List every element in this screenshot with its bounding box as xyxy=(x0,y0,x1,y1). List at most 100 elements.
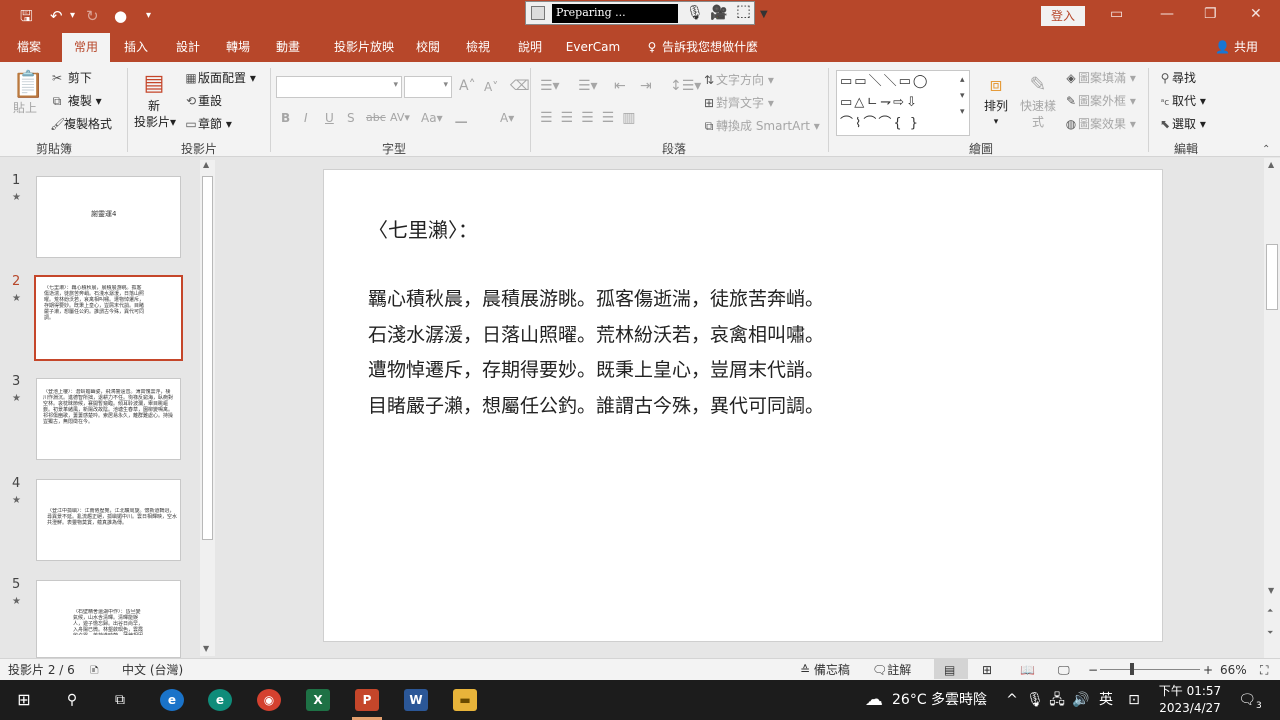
italic-button[interactable]: I xyxy=(304,110,308,126)
tell-me-search[interactable]: 告訴我您想做什麼 xyxy=(662,33,762,62)
slide-thumbnail-4[interactable]: 〈登江中孤嶼〉：江南倦歷覽，江北曠周旋。懷新道轉迥，尋異景不延。亂流趨正絕，孤嶼… xyxy=(36,479,181,561)
capture-region-icon[interactable]: ⬚ xyxy=(736,2,751,20)
shrink-font-button[interactable]: A˅ xyxy=(484,79,498,95)
ime-options-icon[interactable]: ⊡ xyxy=(1124,680,1144,720)
task-view-icon[interactable]: ⧉ xyxy=(104,680,136,720)
tab-home[interactable]: 常用 xyxy=(62,33,110,62)
decrease-indent-icon[interactable]: ⇤ xyxy=(614,78,626,94)
collapse-ribbon-icon[interactable]: ⌃ xyxy=(1262,142,1270,158)
layout-button[interactable]: ▦版面配置 ▾ xyxy=(184,70,256,86)
ribbon-display-options-icon[interactable]: ▭ xyxy=(1110,4,1123,24)
tab-view[interactable]: 檢視 xyxy=(456,33,500,62)
tab-evercam[interactable]: EverCam xyxy=(562,33,624,62)
reset-button[interactable]: ⟲ 重設 xyxy=(184,93,222,109)
increase-indent-icon[interactable]: ⇥ xyxy=(640,78,652,94)
slide-body-text[interactable]: 羈心積秋晨，晨積展游眺。孤客傷逝湍，徒旅苦奔峭。 石淺水潺湲，日落山照曜。荒林紛… xyxy=(368,282,824,424)
shapes-gallery[interactable]: ▭▭＼＼▭◯ ▭△ㄴ⇁⇨⇩ ⌒⌇⌒⌒{ } xyxy=(836,70,970,136)
clear-formatting-icon[interactable]: ⌫ xyxy=(510,78,530,94)
slideshow-view-icon[interactable]: 🖵 xyxy=(1058,661,1070,679)
internet-explorer-icon[interactable]: e xyxy=(160,689,184,711)
find-button[interactable]: ⚲ 尋找 xyxy=(1158,70,1196,86)
slide-thumbnail-5[interactable]: 〈石壁精舍還湖中作〉：昏旦變氣候，山水含清暉。清暉能娛人，遊子憺忘歸。出谷日尚早… xyxy=(36,580,181,658)
bullets-icon[interactable]: ☰▾ xyxy=(540,78,560,94)
search-icon[interactable]: ⚲ xyxy=(56,680,88,720)
thumbnails-scrollbar[interactable]: ▲ ▼ xyxy=(200,160,215,656)
align-text-button[interactable]: ⊞ 對齊文字 ▾ xyxy=(702,95,774,111)
change-case-button[interactable]: Aa▾ xyxy=(421,110,443,126)
scroll-down-icon[interactable]: ▼ xyxy=(1268,586,1274,595)
camera-off-icon[interactable]: 🎥 xyxy=(710,4,727,22)
reading-view-icon[interactable]: 📖 xyxy=(1020,661,1035,679)
line-spacing-icon[interactable]: ↕☰▾ xyxy=(670,78,701,94)
sign-in-button[interactable]: 登入 xyxy=(1041,6,1085,26)
save-icon[interactable]: 🖫 xyxy=(20,6,33,26)
excel-icon[interactable]: X xyxy=(306,689,330,711)
shadow-button[interactable]: S xyxy=(347,110,355,126)
zoom-out-icon[interactable]: − xyxy=(1088,661,1098,679)
zoom-slider-track[interactable] xyxy=(1100,669,1200,670)
minimize-icon[interactable]: — xyxy=(1160,4,1174,24)
font-color-button[interactable]: A▾ xyxy=(500,110,514,126)
file-explorer-icon[interactable]: ▬ xyxy=(453,689,477,711)
numbering-icon[interactable]: ☰▾ xyxy=(578,78,598,94)
slide-thumbnail-2[interactable]: 〈七里瀨〉：羈心積秋晨，晨積展游眺。孤客傷逝湍，徒旅苦奔峭。石淺水潺湲，日落山照… xyxy=(34,275,183,361)
undo-icon[interactable]: ↶ xyxy=(50,6,63,26)
undo-dropdown-icon[interactable]: ▾ xyxy=(70,6,75,26)
tab-slideshow[interactable]: 投影片放映 xyxy=(322,33,406,62)
redo-icon[interactable]: ↻ xyxy=(86,6,99,26)
notification-center-icon[interactable]: 🗨3 xyxy=(1236,680,1264,720)
system-clock[interactable]: 下午 01:57 2023/4/27 xyxy=(1155,683,1225,717)
close-icon[interactable]: ✕ xyxy=(1250,4,1262,24)
scroll-up-icon[interactable]: ▲ xyxy=(203,160,209,169)
paste-button[interactable]: 📋 貼上 xyxy=(12,70,44,116)
previous-slide-icon[interactable]: ⏶ xyxy=(1267,606,1273,616)
network-icon[interactable]: 🖧 xyxy=(1048,680,1066,720)
recorder-menu-icon[interactable]: ▼ xyxy=(760,6,768,24)
underline-button[interactable]: U xyxy=(325,110,334,126)
ime-mode[interactable]: 英 xyxy=(1096,680,1116,720)
tab-animations[interactable]: 動畫 xyxy=(266,33,310,62)
tab-transitions[interactable]: 轉場 xyxy=(216,33,260,62)
notes-button[interactable]: ≙ 備忘稿 xyxy=(800,661,850,679)
copy-button[interactable]: ⧉ 複製 ▾ xyxy=(50,93,102,109)
volume-icon[interactable]: 🔊 xyxy=(1072,680,1090,720)
weather-info[interactable]: 26°C 多雲時陰 xyxy=(892,680,992,720)
slide-thumbnail-3[interactable]: 〈登池上樓〉：潛虯媚幽姿，飛鴻響遠音。薄霄愧雲浮，棲川怍淵沉。進德智所拙，退耕力… xyxy=(36,378,181,460)
bold-button[interactable]: B xyxy=(281,110,290,126)
microphone-icon[interactable]: 🎙 xyxy=(686,4,704,22)
windows-start-icon[interactable]: ⊞ xyxy=(8,680,40,720)
format-painter-button[interactable]: 🖌複製格式 xyxy=(50,116,112,132)
text-highlight-icon[interactable]: ⚊ xyxy=(454,110,468,126)
grow-font-button[interactable]: A˄ xyxy=(459,78,476,94)
slide-title[interactable]: 〈七里瀨〉： xyxy=(368,214,478,243)
quick-styles-button[interactable]: ✎ 快速樣 式 xyxy=(1020,70,1056,130)
strikethrough-button[interactable]: abc xyxy=(366,110,386,126)
zoom-level[interactable]: 66% xyxy=(1220,661,1247,679)
scroll-down-icon[interactable]: ▼ xyxy=(203,644,209,653)
text-direction-button[interactable]: ⇅ 文字方向 ▾ xyxy=(702,72,774,88)
slide-sorter-icon[interactable]: ⊞ xyxy=(982,661,992,679)
smartart-button[interactable]: ⧉ 轉換成 SmartArt ▾ xyxy=(702,118,820,134)
comments-button[interactable]: 🗨註解 xyxy=(872,661,911,679)
customize-toolbar-icon[interactable]: ▾ xyxy=(146,6,151,26)
edge-icon[interactable]: e xyxy=(208,689,232,711)
character-spacing-button[interactable]: AV▾ xyxy=(390,110,410,126)
normal-view-button[interactable]: ▤ xyxy=(934,659,968,679)
shape-effects-button[interactable]: ◍ 圖案效果 ▾ xyxy=(1064,116,1136,132)
spell-check-icon[interactable]: 🗈 xyxy=(90,661,99,679)
replace-button[interactable]: ᵃc 取代 ▾ xyxy=(1158,93,1206,111)
tab-review[interactable]: 校閱 xyxy=(406,33,450,62)
chrome-icon[interactable]: ◉ xyxy=(257,689,281,711)
select-button[interactable]: ⬉ 選取 ▾ xyxy=(1158,116,1206,132)
section-button[interactable]: ▭章節 ▾ xyxy=(184,116,232,132)
start-from-beginning-icon[interactable]: ● xyxy=(114,6,127,26)
slide-2[interactable]: 〈七里瀨〉： 羈心積秋晨，晨積展游眺。孤客傷逝湍，徒旅苦奔峭。 石淺水潺湲，日落… xyxy=(323,169,1163,642)
stop-record-icon[interactable] xyxy=(531,6,545,20)
gallery-scroll-icon[interactable]: ▴ ▾ ▾ xyxy=(960,72,965,120)
language-indicator[interactable]: 中文 (台灣) xyxy=(122,661,183,679)
shape-outline-button[interactable]: ✎ 圖案外框 ▾ xyxy=(1064,93,1136,109)
scrollbar-thumb[interactable] xyxy=(1266,244,1278,310)
font-size-input[interactable]: ▾ xyxy=(404,76,452,98)
next-slide-icon[interactable]: ⏷ xyxy=(1267,628,1273,638)
tab-insert[interactable]: 插入 xyxy=(114,33,158,62)
